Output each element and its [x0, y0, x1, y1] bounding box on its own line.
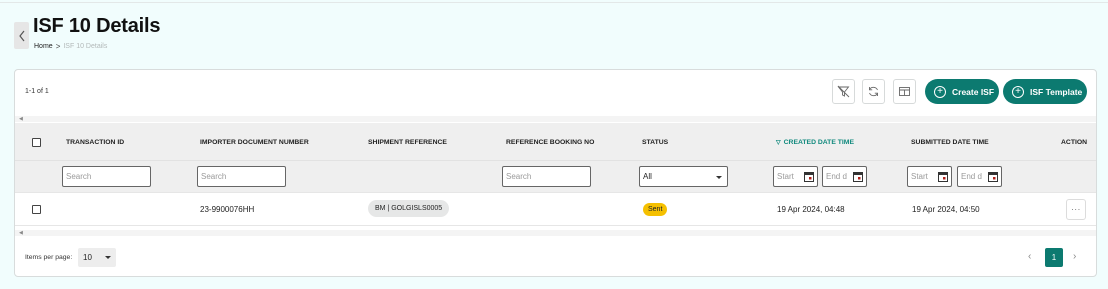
shipment-reference-chip[interactable]: BM | GOLGISLS0005 — [368, 200, 450, 217]
submitted-start-date-input[interactable]: Start — [907, 166, 952, 187]
submitted-end-placeholder: End d — [961, 172, 982, 181]
cell-importer-document-number: 23-9900076HH — [200, 205, 255, 214]
table-filter-row: Search Search Search All Start End d Sta… — [15, 160, 1096, 192]
status-filter-value: All — [643, 172, 652, 181]
isf-table-card: 1-1 of 1 + Create ISF + ISF Template ◀ T… — [14, 69, 1097, 277]
refresh-icon — [869, 86, 878, 97]
scroll-left-icon[interactable]: ◀ — [19, 230, 23, 236]
columns-button[interactable] — [893, 79, 916, 104]
calendar-icon[interactable] — [804, 171, 814, 182]
calendar-icon[interactable] — [988, 171, 998, 182]
scroll-left-icon[interactable]: ◀ — [19, 116, 23, 122]
cell-submitted-date-time: 19 Apr 2024, 04:50 — [912, 205, 980, 214]
plus-circle-icon: + — [934, 85, 946, 98]
breadcrumb: Home > ISF 10 Details — [34, 42, 107, 51]
submitted-end-date-input[interactable]: End d — [957, 166, 1002, 187]
col-action: ACTION — [1061, 139, 1088, 146]
table-row[interactable]: 23-9900076HH BM | GOLGISLS0005 Sent 19 A… — [15, 192, 1096, 226]
cell-created-date-time: 19 Apr 2024, 04:48 — [777, 205, 845, 214]
col-created-date-time[interactable]: ▽ CREATED DATE TIME — [776, 139, 854, 146]
col-submitted-date-time[interactable]: SUBMITTED DATE TIME — [911, 139, 989, 146]
back-button[interactable] — [14, 22, 29, 49]
chevron-left-icon — [18, 30, 24, 41]
importer-doc-search-input[interactable]: Search — [197, 166, 286, 187]
col-shipment-reference[interactable]: SHIPMENT REFERENCE — [368, 139, 447, 146]
horizontal-scrollbar-top[interactable]: ◀ — [15, 116, 1096, 122]
next-page-button[interactable]: › — [1073, 251, 1076, 262]
items-per-page-label: Items per page: — [25, 254, 73, 261]
breadcrumb-separator: > — [55, 42, 61, 51]
items-per-page-value: 10 — [83, 253, 92, 262]
submitted-start-placeholder: Start — [911, 172, 928, 181]
created-start-placeholder: Start — [777, 172, 794, 181]
select-all-checkbox[interactable] — [32, 138, 41, 147]
isf-template-label: ISF Template — [1030, 86, 1083, 97]
created-start-date-input[interactable]: Start — [773, 166, 818, 187]
status-filter-select[interactable]: All — [639, 166, 728, 187]
refresh-button[interactable] — [862, 79, 885, 104]
col-status[interactable]: STATUS — [642, 139, 668, 146]
col-reference-booking-no[interactable]: REFERENCE BOOKING NO — [506, 139, 594, 146]
filter-off-icon — [837, 85, 850, 98]
created-end-date-input[interactable]: End d — [822, 166, 867, 187]
isf-template-button[interactable]: + ISF Template — [1003, 79, 1087, 104]
create-isf-label: Create ISF — [952, 86, 995, 97]
row-actions-button[interactable]: ··· — [1066, 199, 1086, 220]
plus-circle-icon: + — [1012, 85, 1024, 98]
chevron-down-icon — [716, 176, 722, 179]
transaction-id-search-input[interactable]: Search — [62, 166, 151, 187]
clear-filters-button[interactable] — [832, 79, 855, 104]
horizontal-scrollbar-bottom[interactable]: ◀ — [15, 230, 1096, 236]
page-title: ISF 10 Details — [33, 15, 161, 37]
items-per-page-select[interactable]: 10 — [78, 248, 116, 267]
col-created-label: CREATED DATE TIME — [783, 139, 854, 146]
previous-page-button[interactable]: ‹ — [1028, 251, 1031, 262]
table-header-row: TRANSACTION ID IMPORTER DOCUMENT NUMBER … — [15, 123, 1096, 160]
row-select-checkbox[interactable] — [32, 205, 41, 214]
results-range-label: 1-1 of 1 — [25, 88, 49, 95]
breadcrumb-home[interactable]: Home — [34, 43, 53, 50]
page-number-button[interactable]: 1 — [1045, 248, 1063, 267]
columns-layout-icon — [899, 87, 910, 96]
calendar-icon[interactable] — [853, 171, 863, 182]
top-divider — [0, 2, 1108, 3]
chevron-down-icon — [105, 256, 111, 259]
status-badge: Sent — [643, 203, 668, 216]
sort-desc-icon: ▽ — [776, 140, 781, 146]
created-end-placeholder: End d — [826, 172, 847, 181]
booking-no-search-input[interactable]: Search — [502, 166, 591, 187]
col-importer-document-number[interactable]: IMPORTER DOCUMENT NUMBER — [200, 139, 309, 146]
create-isf-button[interactable]: + Create ISF — [925, 79, 999, 104]
col-transaction-id[interactable]: TRANSACTION ID — [66, 139, 124, 146]
calendar-icon[interactable] — [938, 171, 948, 182]
breadcrumb-current: ISF 10 Details — [63, 43, 108, 50]
